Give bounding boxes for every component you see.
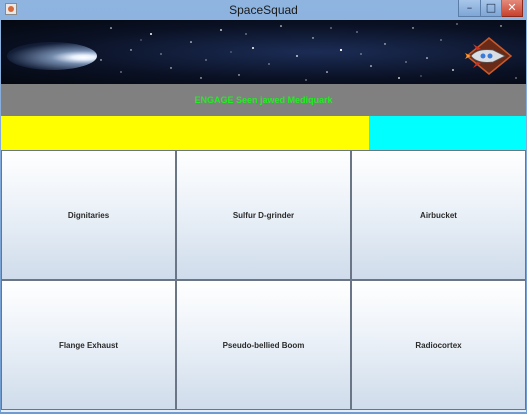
radiocortex-button[interactable]: Radiocortex [351, 280, 526, 410]
flange-exhaust-button[interactable]: Flange Exhaust [1, 280, 176, 410]
progress-bar [1, 116, 526, 150]
app-window: SpaceSquad – □ ✕ ENGAGE Seen jawed Mediq… [0, 0, 527, 414]
comet-image [7, 42, 97, 70]
content-pane: ENGAGE Seen jawed Mediquark Dignitaries … [1, 20, 526, 412]
close-button[interactable]: ✕ [502, 0, 523, 17]
rocket-icon [465, 37, 513, 75]
dignitaries-button[interactable]: Dignitaries [1, 150, 176, 280]
title-bar[interactable]: SpaceSquad – □ ✕ [0, 0, 527, 20]
status-message: ENGAGE Seen jawed Mediquark [194, 95, 333, 105]
airbucket-button[interactable]: Airbucket [351, 150, 526, 280]
sulfur-d-grinder-button[interactable]: Sulfur D-grinder [176, 150, 351, 280]
pseudo-bellied-boom-button[interactable]: Pseudo-bellied Boom [176, 280, 351, 410]
maximize-button[interactable]: □ [481, 0, 502, 17]
action-button-grid: Dignitaries Sulfur D-grinder Airbucket F… [1, 150, 526, 410]
minimize-button[interactable]: – [458, 0, 481, 17]
space-banner [1, 20, 526, 84]
progress-fill [1, 116, 369, 150]
status-bar: ENGAGE Seen jawed Mediquark [1, 84, 526, 116]
window-title: SpaceSquad [229, 3, 298, 17]
